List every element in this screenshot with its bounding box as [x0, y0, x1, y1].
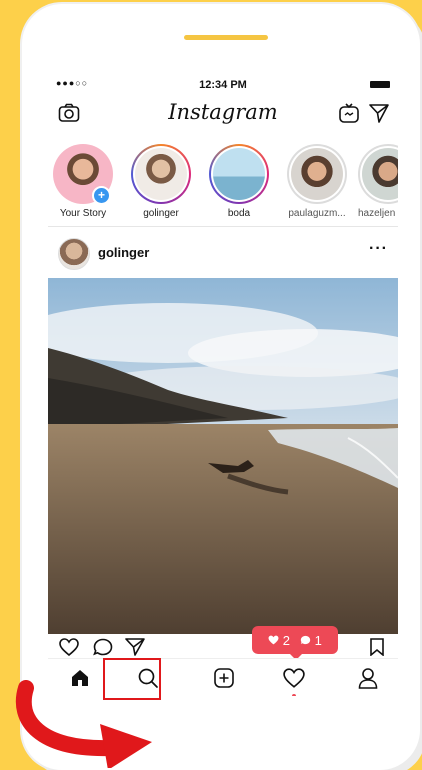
story-ring [209, 144, 269, 204]
avatar [291, 148, 343, 200]
top-bar: Instagram [48, 94, 398, 132]
post-photo[interactable] [48, 278, 398, 634]
likes-count-value: 2 [282, 632, 290, 648]
likes-count: 2 [268, 633, 290, 648]
comment-filled-icon [300, 635, 311, 644]
story-ring [358, 144, 398, 204]
paper-plane-icon[interactable] [366, 100, 392, 126]
stories-tray: + Your Story golinger boda paulaguzm... … [48, 138, 398, 227]
app-screen: ●●●○○ 12:34 PM Instagram + Your Story go… [48, 76, 398, 696]
like-icon[interactable] [58, 638, 80, 656]
story-label: boda [227, 208, 251, 219]
post-avatar[interactable] [58, 238, 90, 270]
story-label: paulaguzm... [288, 208, 346, 219]
tab-activity[interactable] [264, 659, 324, 696]
heart-icon [283, 668, 305, 688]
post-username[interactable]: golinger [98, 245, 149, 260]
heart-filled-icon [268, 635, 279, 644]
story-ring [287, 144, 347, 204]
tab-add-post[interactable] [194, 659, 254, 696]
add-post-icon [214, 668, 234, 688]
bookmark-icon[interactable] [368, 638, 386, 656]
comments-count-value: 1 [314, 632, 322, 648]
story-your-story[interactable]: + Your Story [48, 144, 120, 219]
battery-icon [370, 81, 390, 88]
status-time: 12:34 PM [199, 79, 247, 91]
profile-icon [358, 668, 378, 689]
story-boda[interactable]: boda [202, 144, 276, 219]
phone-speaker [184, 35, 268, 40]
story-golinger[interactable]: golinger [124, 144, 198, 219]
avatar [362, 148, 398, 200]
add-story-icon[interactable]: + [92, 186, 111, 205]
story-paulaguzm[interactable]: paulaguzm... [280, 144, 354, 219]
tab-profile[interactable] [338, 659, 398, 696]
activity-notification-badge[interactable]: 2 1 [252, 626, 338, 660]
phone-frame: ●●●○○ 12:34 PM Instagram + Your Story go… [22, 4, 420, 770]
comment-icon[interactable] [92, 638, 114, 656]
post-actions [48, 636, 398, 658]
story-hazeljen[interactable]: hazeljen [358, 144, 398, 219]
avatar [213, 148, 265, 200]
share-icon[interactable] [124, 638, 146, 656]
red-arrow-icon [15, 680, 152, 768]
story-ring [131, 144, 191, 204]
story-label: golinger [143, 208, 179, 219]
comments-count: 1 [300, 633, 322, 648]
story-label: Your Story [59, 208, 107, 219]
igtv-icon[interactable] [336, 100, 362, 126]
more-options-icon[interactable]: ··· [369, 240, 388, 258]
story-label: hazeljen [358, 208, 396, 219]
activity-dot [292, 694, 296, 696]
status-bar: ●●●○○ 12:34 PM [48, 76, 398, 94]
avatar [135, 148, 187, 200]
post-header: golinger ··· [48, 234, 398, 274]
